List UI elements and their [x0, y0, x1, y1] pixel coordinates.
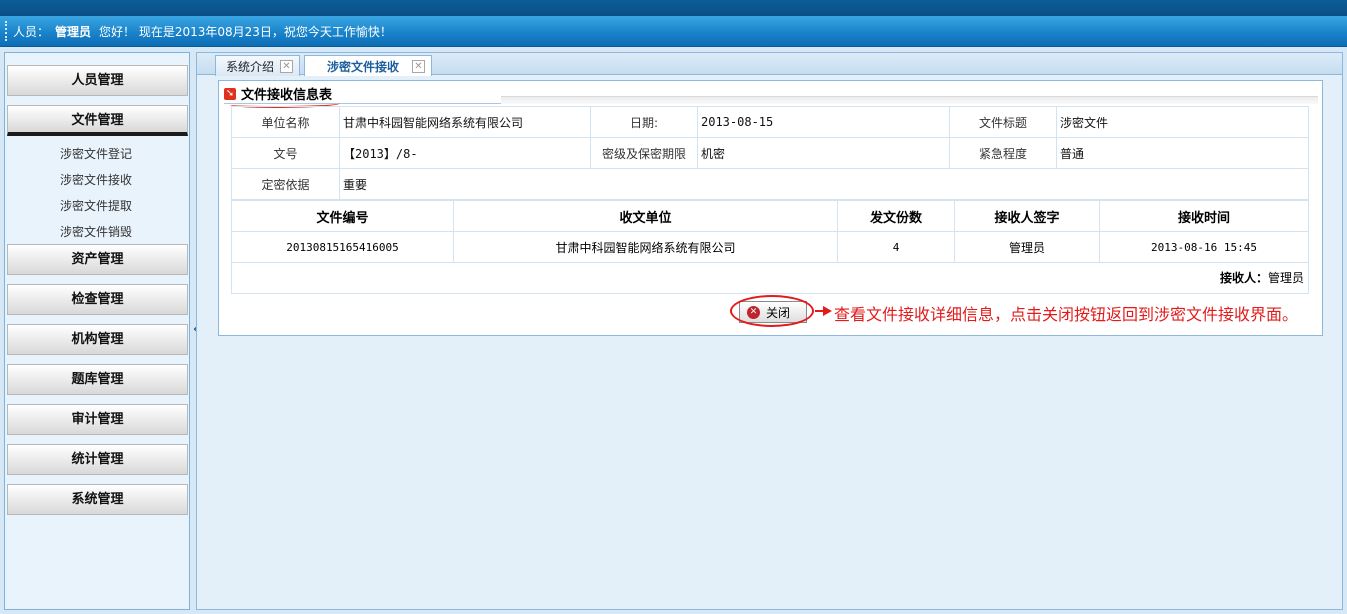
menu-files[interactable]: 文件管理	[7, 105, 188, 136]
basis-value: 重要	[339, 168, 1309, 200]
panel-title-bar: ➘ 文件接收信息表	[224, 84, 501, 108]
greeting-text: 您好！ 现在是2013年08月23日，祝您今天工作愉快！	[99, 24, 392, 39]
cell-receiver-signature: 管理员	[954, 231, 1100, 263]
doc-title-label: 文件标题	[949, 106, 1057, 138]
table-row: 文号 【2013】/8- 密级及保密期限 机密 紧急程度 普通	[231, 137, 1309, 169]
submenu-file-destroy[interactable]: 涉密文件销毁	[5, 219, 187, 245]
tab-system-intro[interactable]: 系统介绍 ✕	[215, 55, 300, 76]
menu-inspection[interactable]: 检查管理	[7, 284, 188, 315]
col-file-number: 文件编号	[231, 200, 454, 232]
receiver-label: 接收人：	[1219, 271, 1268, 285]
file-info-table: 单位名称 甘肃中科园智能网络系统有限公司 日期: 2013-08-15 文件标题…	[231, 106, 1309, 200]
user-name: 管理员	[55, 24, 92, 39]
cell-copies: 4	[837, 231, 955, 263]
tab-bar: 系统介绍 ✕ 涉密文件接收 ✕	[197, 53, 1342, 76]
menu-organization[interactable]: 机构管理	[7, 324, 188, 355]
security-level-label: 密级及保密期限	[590, 137, 698, 169]
annotation-arrow-icon	[823, 306, 832, 316]
top-strip	[0, 0, 1347, 16]
close-icon[interactable]: ✕	[280, 60, 293, 73]
col-copies: 发文份数	[837, 200, 955, 232]
tab-label: 涉密文件接收	[327, 59, 400, 74]
table-row: 定密依据 重要	[231, 168, 1309, 200]
unit-value: 甘肃中科园智能网络系统有限公司	[339, 106, 591, 138]
close-icon[interactable]: ✕	[412, 60, 425, 73]
date-value: 2013-08-15	[697, 106, 950, 138]
receiver-summary: 接收人：管理员	[231, 263, 1309, 294]
sidebar: 人员管理 文件管理 涉密文件登记 涉密文件接收 涉密文件提取 涉密文件销毁 资产…	[4, 52, 190, 610]
urgency-label: 紧急程度	[949, 137, 1057, 169]
col-receiver-signature: 接收人签字	[954, 200, 1100, 232]
col-receiving-unit: 收文单位	[453, 200, 838, 232]
tab-label: 系统介绍	[226, 59, 275, 74]
menu-statistics[interactable]: 统计管理	[7, 444, 188, 475]
date-label: 日期:	[590, 106, 698, 138]
annotation-text: 查看文件接收详细信息，点击关闭按钮返回到涉密文件接收界面。	[834, 305, 1299, 324]
title-divider	[501, 96, 1318, 104]
cell-file-number: 20130815165416005	[231, 231, 454, 263]
table-row: 单位名称 甘肃中科园智能网络系统有限公司 日期: 2013-08-15 文件标题…	[231, 106, 1309, 138]
table-row: 20130815165416005 甘肃中科园智能网络系统有限公司 4 管理员 …	[231, 231, 1309, 263]
submenu-file-extract[interactable]: 涉密文件提取	[5, 193, 187, 219]
receiver-value: 管理员	[1267, 271, 1304, 285]
receive-records-table: 文件编号 收文单位 发文份数 接收人签字 接收时间 20130815165416…	[231, 200, 1309, 263]
col-receive-time: 接收时间	[1099, 200, 1309, 232]
user-label: 人员：	[13, 24, 50, 39]
cell-receiving-unit: 甘肃中科园智能网络系统有限公司	[453, 231, 838, 263]
basis-label: 定密依据	[231, 168, 340, 200]
menu-assets[interactable]: 资产管理	[7, 244, 188, 275]
security-level-value: 机密	[697, 137, 950, 169]
cell-receive-time: 2013-08-16 15:45	[1099, 231, 1309, 263]
unit-label: 单位名称	[231, 106, 340, 138]
submenu-file-register[interactable]: 涉密文件登记	[5, 141, 187, 167]
header-grip	[5, 21, 7, 41]
submenu-file-receive[interactable]: 涉密文件接收	[5, 167, 187, 193]
table-header-row: 文件编号 收文单位 发文份数 接收人签字 接收时间	[231, 200, 1309, 232]
highlight-ellipse	[730, 295, 814, 327]
docno-label: 文号	[231, 137, 340, 169]
arrow-icon: ➘	[224, 87, 236, 100]
file-receive-panel: ➘ 文件接收信息表 单位名称 甘肃中科园智能网络系统有限公司 日期: 2013-…	[218, 80, 1323, 336]
menu-system[interactable]: 系统管理	[7, 484, 188, 515]
menu-question-bank[interactable]: 题库管理	[7, 364, 188, 395]
tab-file-receive[interactable]: 涉密文件接收 ✕	[304, 55, 432, 76]
menu-audit[interactable]: 审计管理	[7, 404, 188, 435]
urgency-value: 普通	[1056, 137, 1309, 169]
header-greeting: 人员： 管理员 您好！ 现在是2013年08月23日，祝您今天工作愉快！	[13, 23, 392, 40]
docno-value: 【2013】/8-	[339, 137, 591, 169]
doc-title-value: 涉密文件	[1056, 106, 1309, 138]
main-area: 系统介绍 ✕ 涉密文件接收 ✕ ➘ 文件接收信息表 单位名称 甘肃中科园智能网络…	[196, 52, 1343, 610]
menu-personnel[interactable]: 人员管理	[7, 65, 188, 96]
header-bar: 人员： 管理员 您好！ 现在是2013年08月23日，祝您今天工作愉快！	[0, 16, 1347, 47]
